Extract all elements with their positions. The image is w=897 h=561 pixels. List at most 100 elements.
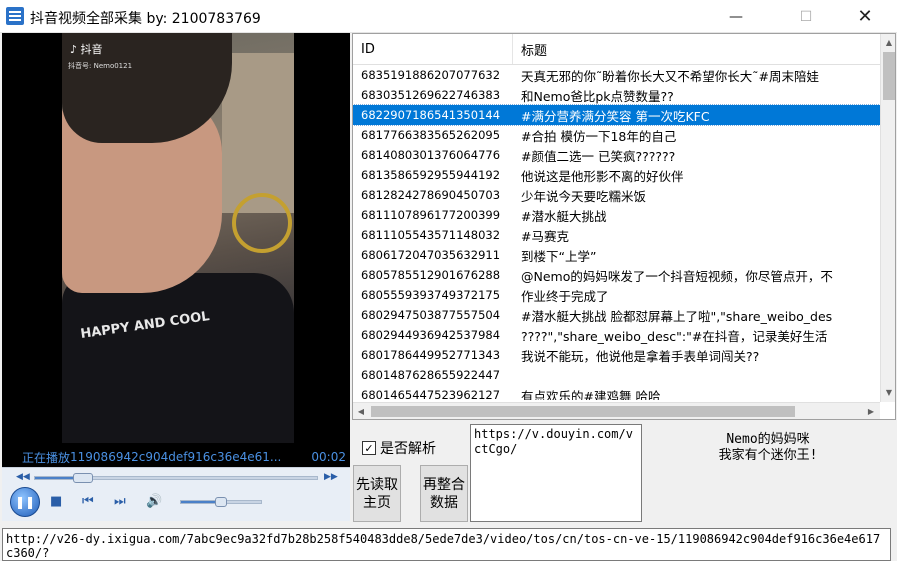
- video-background: [222, 53, 294, 213]
- volume-slider[interactable]: [180, 497, 262, 507]
- list-row[interactable]: 6812824278690450703 少年说今天要吃糯米饭: [353, 185, 880, 205]
- row-title: #合拍 模仿一下18年的自己: [521, 128, 677, 144]
- list-row[interactable]: 6801786449952771343 我说不能玩，他说他是拿着手表单词闯关??: [353, 345, 880, 365]
- list-row[interactable]: 6814080301376064776 #颜值二选一 已笑疯??????: [353, 145, 880, 165]
- row-id: 6805559393749372175: [361, 288, 501, 302]
- playback-status: 正在播放 119086942c904def916c36e4e61... 00:0…: [2, 447, 350, 467]
- list-row[interactable]: 6801465447523962127 有点欢乐的#建鸡舞 哈哈: [353, 385, 880, 400]
- title-bar: 抖音视频全部采集 by: 2100783769 — ☐ ✕: [0, 0, 897, 33]
- row-id: 6805785512901676288: [361, 268, 501, 282]
- seek-thumb[interactable]: [72, 473, 93, 483]
- list-row[interactable]: 6801487628655922447: [353, 365, 880, 385]
- list-row[interactable]: 6805559393749372175 作业终于完成了: [353, 285, 880, 305]
- parse-label: 是否解析: [380, 441, 436, 457]
- row-id: 6802944936942537984: [361, 328, 501, 342]
- list-row[interactable]: 6806172047035632911 到楼下“上学”: [353, 245, 880, 265]
- scroll-right-icon[interactable]: ▶: [863, 403, 879, 419]
- list-row[interactable]: 6811107896177200399 #潜水艇大挑战: [353, 205, 880, 225]
- row-id: 6811105543571148032: [361, 228, 501, 242]
- row-id: 6801465447523962127: [361, 388, 501, 400]
- list-row[interactable]: 6802944936942537984 ????","share_weibo_de…: [353, 325, 880, 345]
- next-icon[interactable]: ⏭: [114, 494, 126, 509]
- pause-button[interactable]: ❚❚: [10, 487, 40, 517]
- homepage-url-input[interactable]: https://v.douyin.com/vctCgo/: [470, 424, 642, 522]
- list-row[interactable]: 6835191886207077632 天真无邪的你˜盼着你长大又不希望你长大˜#…: [353, 65, 880, 85]
- column-header-title[interactable]: 标题: [513, 40, 547, 59]
- minimize-button[interactable]: —: [713, 0, 759, 33]
- row-title: 我说不能玩，他说他是拿着手表单词闯关??: [521, 348, 760, 364]
- horizontal-scrollbar[interactable]: ◀ ▶: [353, 402, 880, 419]
- seek-slider[interactable]: [34, 473, 318, 483]
- column-header-id[interactable]: ID: [353, 34, 513, 64]
- list-row[interactable]: 6813586592955944192 他说这是他形影不离的好伙伴: [353, 165, 880, 185]
- row-title: @Nemo的妈妈咪发了一个抖音短视频，你尽管点开，不: [521, 268, 833, 284]
- row-id: 6817766383565262095: [361, 128, 501, 142]
- list-header: ID 标题: [353, 34, 880, 65]
- row-id: 6835191886207077632: [361, 68, 501, 82]
- video-background-bike: [232, 193, 292, 253]
- video-frame[interactable]: HAPPY AND COOL ♪ 抖音 抖音号: Nemo0121: [62, 33, 294, 443]
- status-time: 00:02: [311, 450, 346, 464]
- stop-icon[interactable]: ■: [50, 494, 62, 509]
- scroll-up-icon[interactable]: ▲: [881, 34, 895, 50]
- list-row[interactable]: 6802947503877557504 #潜水艇大挑战 脸都怼屏幕上了啦","sh…: [353, 305, 880, 325]
- merge-data-label: 再整合 数据: [423, 476, 465, 511]
- row-id: 6802947503877557504: [361, 308, 501, 322]
- list-row[interactable]: 6805785512901676288 @Nemo的妈妈咪发了一个抖音短视频，你尽…: [353, 265, 880, 285]
- close-button[interactable]: ✕: [842, 0, 888, 33]
- video-player[interactable]: HAPPY AND COOL ♪ 抖音 抖音号: Nemo0121 正在播放 1…: [2, 33, 350, 467]
- volume-thumb[interactable]: [215, 497, 227, 507]
- vertical-scrollbar[interactable]: ▲ ▼: [880, 34, 895, 402]
- row-id: 6811107896177200399: [361, 208, 501, 222]
- parse-checkbox[interactable]: ✓ 是否解析: [362, 438, 436, 458]
- list-row[interactable]: 6811105543571148032 #马赛克: [353, 225, 880, 245]
- read-homepage-label: 先读取 主页: [356, 476, 398, 511]
- row-title: #潜水艇大挑战 脸都怼屏幕上了啦","share_weibo_des: [521, 308, 833, 324]
- list-row[interactable]: 6817766383565262095 #合拍 模仿一下18年的自己: [353, 125, 880, 145]
- tiktok-watermark: ♪ 抖音: [70, 43, 103, 56]
- row-id: 6814080301376064776: [361, 148, 501, 162]
- list-row[interactable]: 6830351269622746383 和Nemo爸比pk点赞数量??: [353, 85, 880, 105]
- profile-info: Nemo的妈妈咪 我家有个迷你王!: [718, 432, 818, 463]
- player-controls: ◀◀ ▶▶ ❚❚ ■ ⏮ ⏭ 🔊: [2, 467, 350, 521]
- status-file: 119086942c904def916c36e4e61...: [70, 450, 282, 464]
- row-id: 6806172047035632911: [361, 248, 501, 262]
- row-id: 6801786449952771343: [361, 348, 501, 362]
- row-title: #马赛克: [521, 228, 569, 244]
- video-subject-shirt: [62, 273, 294, 443]
- forward-icon[interactable]: ▶▶: [324, 472, 338, 482]
- row-title: 他说这是他形影不离的好伙伴: [521, 168, 684, 184]
- scroll-left-icon[interactable]: ◀: [353, 403, 369, 419]
- row-title: 到楼下“上学”: [521, 248, 597, 264]
- previous-icon[interactable]: ⏮: [82, 494, 94, 509]
- row-title: 少年说今天要吃糯米饭: [521, 188, 647, 204]
- horizontal-scroll-thumb[interactable]: [371, 406, 795, 417]
- row-title: #满分营养满分笑容 第一次吃KFC: [521, 108, 710, 124]
- video-url-field[interactable]: http://v26-dy.ixigua.com/7abc9ec9a32fd7b…: [2, 528, 891, 561]
- row-id: 6812824278690450703: [361, 188, 501, 202]
- list-row[interactable]: 6822907186541350144 #满分营养满分笑容 第一次吃KFC: [353, 104, 880, 126]
- vertical-scroll-thumb[interactable]: [883, 52, 895, 100]
- read-homepage-button[interactable]: 先读取 主页: [353, 465, 401, 522]
- window-title: 抖音视频全部采集 by: 2100783769: [30, 11, 261, 27]
- row-title: #潜水艇大挑战: [521, 208, 607, 224]
- list-body: 6835191886207077632 天真无邪的你˜盼着你长大又不希望你长大˜#…: [353, 65, 880, 400]
- checkbox-box[interactable]: ✓: [362, 441, 376, 455]
- video-list[interactable]: ID 标题 6835191886207077632 天真无邪的你˜盼着你长大又不希…: [352, 33, 896, 420]
- app-icon: [6, 7, 24, 25]
- rewind-icon[interactable]: ◀◀: [16, 472, 30, 482]
- row-title: #颜值二选一 已笑疯??????: [521, 148, 676, 164]
- merge-data-button[interactable]: 再整合 数据: [420, 465, 468, 522]
- maximize-button[interactable]: ☐: [783, 0, 829, 33]
- scroll-down-icon[interactable]: ▼: [881, 384, 895, 400]
- row-title: 作业终于完成了: [521, 288, 609, 304]
- row-id: 6813586592955944192: [361, 168, 501, 182]
- row-title: 天真无邪的你˜盼着你长大又不希望你长大˜#周末陪娃: [521, 68, 819, 84]
- volume-icon[interactable]: 🔊: [146, 494, 162, 509]
- status-label: 正在播放: [22, 450, 71, 465]
- row-title: ????","share_weibo_desc":"#在抖音，记录美好生活: [521, 328, 828, 344]
- row-title: 有点欢乐的#建鸡舞 哈哈: [521, 388, 661, 401]
- row-id: 6822907186541350144: [361, 108, 501, 122]
- row-title: 和Nemo爸比pk点赞数量??: [521, 88, 674, 104]
- row-id: 6801487628655922447: [361, 368, 501, 382]
